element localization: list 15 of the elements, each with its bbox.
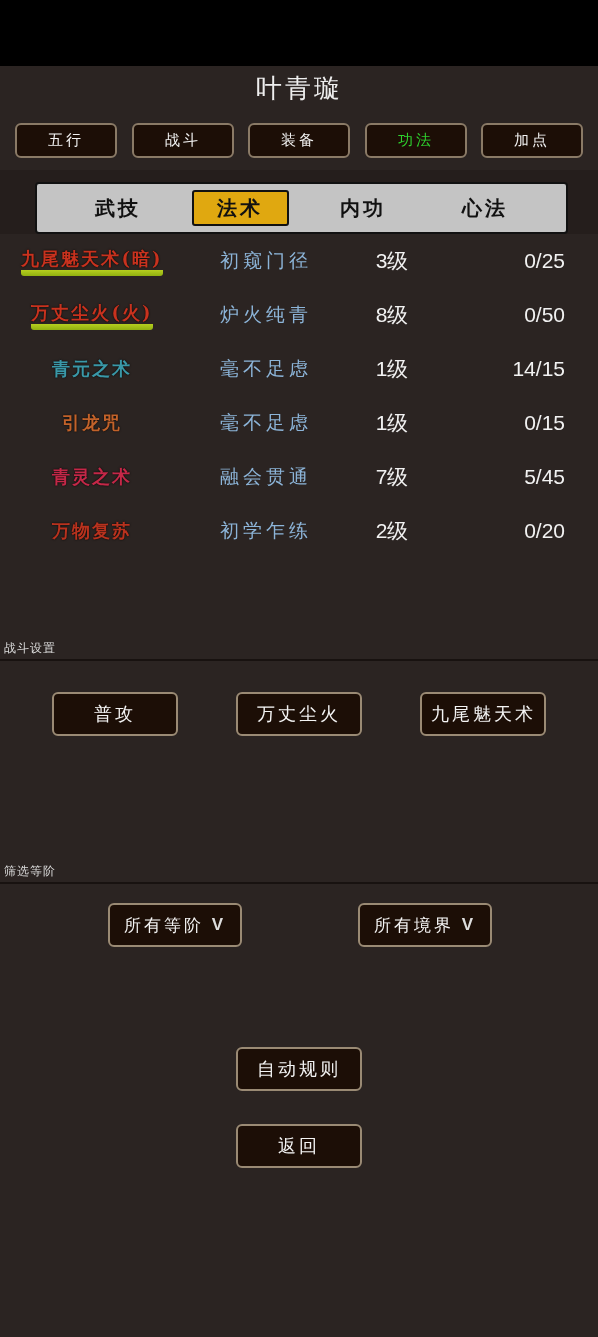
skill-level: 1级 [375, 356, 409, 382]
skill-stage: 毫不足虑 [220, 357, 312, 379]
character-name: 叶青璇 [255, 72, 343, 105]
skill-stage: 炉火纯青 [220, 303, 312, 325]
skill-stage: 毫不足虑 [220, 411, 312, 433]
skill-level: 2级 [375, 518, 409, 544]
skill-stage: 融会贯通 [220, 465, 312, 487]
skill-level: 8级 [375, 302, 409, 328]
skill-stage: 初学乍练 [220, 519, 312, 541]
section-label: 战斗设置 [4, 641, 56, 655]
skill-level: 7级 [375, 464, 409, 490]
skill-level: 1级 [375, 410, 409, 436]
skill-stage: 初窥门径 [220, 249, 312, 271]
skill-level: 3级 [375, 248, 409, 274]
section-label: 筛选等阶 [4, 864, 56, 878]
